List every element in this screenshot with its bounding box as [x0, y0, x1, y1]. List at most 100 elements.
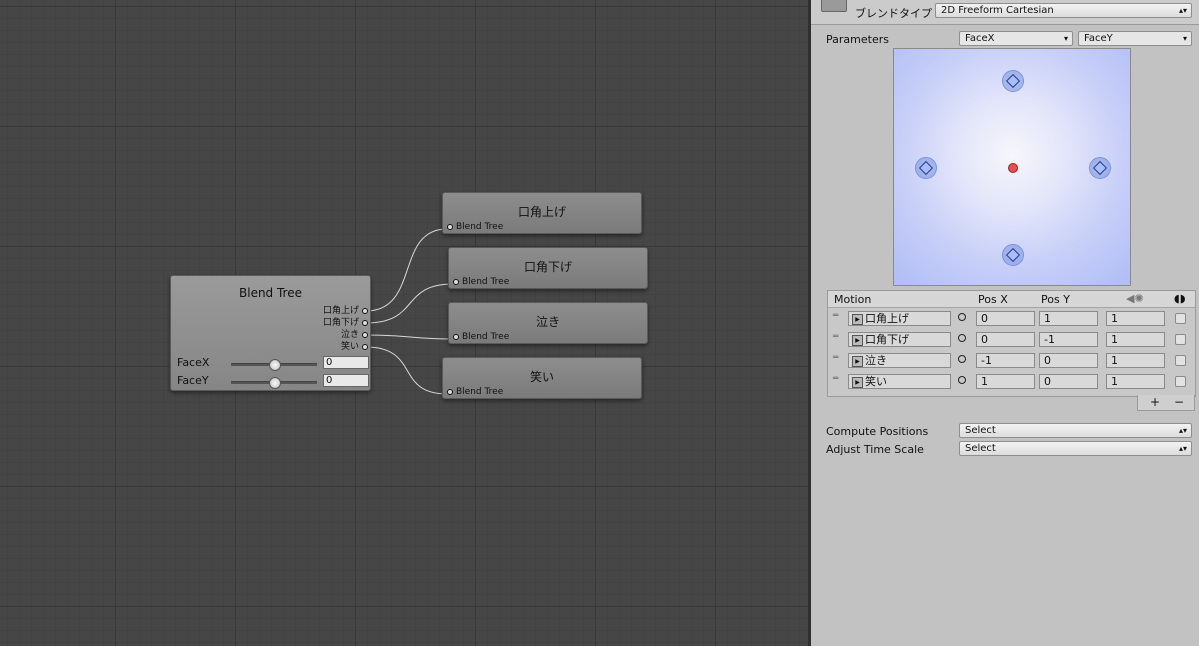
blend-space-2d-plot[interactable]	[893, 48, 1131, 286]
motion-node-1[interactable]: 口角下げ Blend Tree	[448, 247, 648, 289]
drag-handle-icon[interactable]: ═	[833, 375, 842, 384]
parameters-label: Parameters	[826, 33, 889, 46]
pos-x-field[interactable]: 0	[976, 311, 1035, 326]
input-port[interactable]: Blend Tree	[453, 277, 509, 287]
blend-tree-asset-icon	[821, 0, 847, 12]
motion-point-0[interactable]	[1002, 69, 1024, 92]
pos-y-field[interactable]: 0	[1039, 353, 1098, 368]
drag-handle-icon[interactable]: ═	[833, 312, 842, 321]
mirror-checkbox[interactable]	[1175, 355, 1186, 366]
port-dot-icon[interactable]	[453, 278, 459, 285]
input-port[interactable]: Blend Tree	[453, 332, 509, 342]
output-port-2[interactable]: 泣き	[341, 330, 368, 341]
pos-x-field[interactable]: -1	[976, 353, 1035, 368]
param-slider[interactable]	[231, 359, 317, 371]
output-port-label: 笑い	[340, 342, 359, 352]
drag-handle-icon[interactable]: ═	[833, 354, 842, 363]
compute-positions-dropdown[interactable]: Select ▴▾	[959, 423, 1192, 438]
motion-column-header: Motion	[834, 293, 872, 306]
mirror-checkbox[interactable]	[1175, 313, 1186, 324]
mirror-checkbox[interactable]	[1175, 376, 1186, 387]
speed-field[interactable]: 1	[1106, 332, 1165, 347]
port-dot-icon[interactable]	[362, 343, 368, 350]
motion-node-title: 口角上げ	[517, 205, 566, 219]
mirror-checkbox[interactable]	[1175, 334, 1186, 345]
port-dot-icon[interactable]	[447, 223, 453, 230]
pos-y-field[interactable]: 1	[1039, 311, 1098, 326]
speed-field[interactable]: 1	[1106, 311, 1165, 326]
param-value-field[interactable]: 0	[323, 356, 369, 369]
param-value-field[interactable]: 0	[323, 374, 369, 387]
pos-y-field[interactable]: -1	[1039, 332, 1098, 347]
port-dot-icon[interactable]	[362, 307, 368, 314]
speed-field[interactable]: 1	[1106, 353, 1165, 368]
motion-node-title: 泣き	[535, 315, 560, 329]
input-port[interactable]: Blend Tree	[447, 387, 503, 397]
pos-x-field[interactable]: 0	[976, 332, 1035, 347]
output-port-1[interactable]: 口角下げ	[323, 318, 368, 329]
object-picker-icon[interactable]	[958, 376, 966, 384]
motion-node-title: 口角下げ	[523, 260, 572, 274]
mirror-icon[interactable]: ◖◗	[1174, 292, 1186, 305]
object-picker-icon[interactable]	[958, 313, 966, 321]
port-dot-icon[interactable]	[453, 333, 459, 340]
pos-y-field[interactable]: 0	[1039, 374, 1098, 389]
motion-row: ═ ▶ 泣き -1 0 1	[828, 351, 1195, 372]
blend-tree-node[interactable]: Blend Tree 口角上げ 口角下げ 泣き 笑い FaceX 0 FaceY…	[170, 275, 371, 391]
motion-row: ═ ▶ 笑い 1 0 1	[828, 372, 1195, 393]
diamond-icon	[918, 160, 933, 176]
slider-thumb[interactable]	[269, 377, 281, 389]
diamond-icon	[1005, 248, 1021, 263]
pos-x-field[interactable]: 1	[976, 374, 1035, 389]
param-slider[interactable]	[231, 377, 317, 389]
param-x-dropdown[interactable]: FaceX ▾	[959, 31, 1073, 46]
drag-handle-icon[interactable]: ═	[833, 333, 842, 342]
updown-arrow-icon: ▴▾	[1178, 444, 1187, 453]
object-picker-icon[interactable]	[958, 355, 966, 363]
slider-thumb[interactable]	[269, 359, 281, 371]
adjust-time-scale-dropdown[interactable]: Select ▴▾	[959, 441, 1192, 456]
motion-object-field[interactable]: ▶ 口角下げ	[848, 332, 951, 347]
animator-graph-canvas[interactable]: Blend Tree 口角上げ 口角下げ 泣き 笑い FaceX 0 FaceY…	[0, 0, 808, 646]
speed-clock-icon[interactable]: ◀✺	[1126, 292, 1144, 305]
motion-node-2[interactable]: 泣き Blend Tree	[448, 302, 648, 344]
dropdown-arrow-icon: ▾	[1182, 34, 1187, 43]
motion-point-3[interactable]	[1089, 157, 1112, 179]
motion-point-2[interactable]	[914, 157, 937, 179]
wire-2	[365, 283, 454, 324]
port-dot-icon[interactable]	[362, 331, 368, 338]
current-blend-point[interactable]	[1008, 163, 1018, 173]
motion-object-field[interactable]: ▶ 口角上げ	[848, 311, 951, 326]
wire-4	[365, 346, 448, 395]
motion-node-3[interactable]: 笑い Blend Tree	[442, 357, 642, 399]
motion-node-title: 笑い	[529, 370, 554, 384]
motion-point-1[interactable]	[1002, 244, 1024, 267]
motion-node-0[interactable]: 口角上げ Blend Tree	[442, 192, 642, 234]
compute-positions-label: Compute Positions	[826, 425, 929, 438]
dropdown-arrow-icon: ▾	[1063, 34, 1068, 43]
speed-field[interactable]: 1	[1106, 374, 1165, 389]
object-picker-icon[interactable]	[958, 334, 966, 342]
motion-object-field[interactable]: ▶ 笑い	[848, 374, 951, 389]
output-port-3[interactable]: 笑い	[341, 342, 368, 353]
wire-1	[365, 228, 448, 312]
list-footer: + −	[1137, 395, 1195, 411]
add-motion-button[interactable]: +	[1150, 395, 1160, 409]
output-port-0[interactable]: 口角上げ	[323, 306, 368, 317]
port-dot-icon[interactable]	[362, 319, 368, 326]
motion-list: Motion Pos X Pos Y ◀✺ ◖◗ ═ ▶ 口角上げ 0 1 1 ═…	[827, 290, 1196, 397]
param-x-value: FaceX	[965, 33, 995, 44]
updown-arrow-icon: ▴▾	[1178, 426, 1187, 435]
param-label: FaceY	[177, 374, 209, 387]
port-dot-icon[interactable]	[447, 388, 453, 395]
blend-type-dropdown[interactable]: 2D Freeform Cartesian ▴▾	[935, 3, 1192, 18]
output-port-label: 口角上げ	[322, 306, 359, 316]
animclip-icon: ▶	[852, 314, 863, 325]
adjust-time-scale-label: Adjust Time Scale	[826, 443, 924, 456]
remove-motion-button[interactable]: −	[1174, 395, 1184, 409]
inspector-panel: ブレンドタイプ 2D Freeform Cartesian ▴▾ Paramet…	[808, 0, 1199, 646]
param-y-dropdown[interactable]: FaceY ▾	[1078, 31, 1192, 46]
motion-object-field[interactable]: ▶ 泣き	[848, 353, 951, 368]
input-port[interactable]: Blend Tree	[447, 222, 503, 232]
adjust-time-scale-value: Select	[965, 443, 996, 454]
